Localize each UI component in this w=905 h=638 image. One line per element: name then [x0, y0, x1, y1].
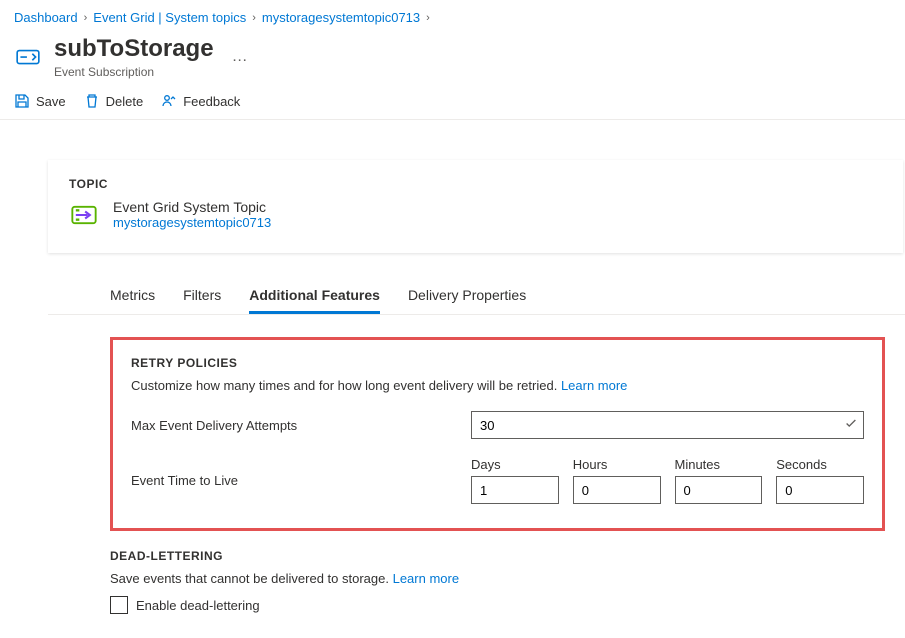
- dead-lettering-description: Save events that cannot be delivered to …: [110, 571, 885, 586]
- retry-policies-title: RETRY POLICIES: [131, 356, 864, 370]
- tab-additional-features[interactable]: Additional Features: [249, 277, 380, 314]
- save-icon: [14, 93, 30, 109]
- dead-lettering-section: DEAD-LETTERING Save events that cannot b…: [110, 549, 885, 614]
- page-subtitle: Event Subscription: [54, 65, 214, 79]
- event-grid-topic-icon: [69, 200, 99, 230]
- max-attempts-input[interactable]: [471, 411, 864, 439]
- tabs: Metrics Filters Additional Features Deli…: [48, 277, 905, 315]
- enable-dead-lettering-checkbox[interactable]: [110, 596, 128, 614]
- chevron-right-icon: ›: [84, 12, 88, 24]
- ttl-days-input[interactable]: [471, 476, 559, 504]
- tab-delivery-properties[interactable]: Delivery Properties: [408, 277, 526, 314]
- ttl-seconds-label: Seconds: [776, 457, 864, 472]
- chevron-right-icon: ›: [252, 12, 256, 24]
- feedback-button[interactable]: Feedback: [161, 93, 240, 109]
- delete-button[interactable]: Delete: [84, 93, 144, 109]
- ttl-hours-input[interactable]: [573, 476, 661, 504]
- dead-lettering-learn-more-link[interactable]: Learn more: [393, 571, 459, 586]
- tab-filters[interactable]: Filters: [183, 277, 221, 314]
- topic-name-link[interactable]: mystoragesystemtopic0713: [113, 215, 271, 230]
- more-actions-button[interactable]: …: [226, 48, 248, 66]
- ttl-days-label: Days: [471, 457, 559, 472]
- max-attempts-label: Max Event Delivery Attempts: [131, 418, 471, 433]
- breadcrumb-item[interactable]: Event Grid | System topics: [93, 10, 246, 25]
- check-icon: [844, 417, 858, 434]
- ttl-minutes-input[interactable]: [675, 476, 763, 504]
- dead-lettering-title: DEAD-LETTERING: [110, 549, 885, 563]
- ttl-hours-label: Hours: [573, 457, 661, 472]
- enable-dead-lettering-label: Enable dead-lettering: [136, 598, 260, 613]
- ttl-seconds-input[interactable]: [776, 476, 864, 504]
- command-bar: Save Delete Feedback: [0, 79, 905, 120]
- feedback-icon: [161, 93, 177, 109]
- trash-icon: [84, 93, 100, 109]
- breadcrumb-item[interactable]: Dashboard: [14, 10, 78, 25]
- retry-policies-description: Customize how many times and for how lon…: [131, 378, 864, 393]
- breadcrumb-item[interactable]: mystoragesystemtopic0713: [262, 10, 420, 25]
- ttl-label: Event Time to Live: [131, 473, 471, 488]
- topic-card: TOPIC Event Grid System Topic mystorages…: [48, 160, 903, 253]
- retry-policies-section: RETRY POLICIES Customize how many times …: [110, 337, 885, 531]
- page-title: subToStorage: [54, 35, 214, 63]
- save-button[interactable]: Save: [14, 93, 66, 109]
- ttl-minutes-label: Minutes: [675, 457, 763, 472]
- page-header: subToStorage Event Subscription …: [0, 31, 905, 79]
- retry-learn-more-link[interactable]: Learn more: [561, 378, 627, 393]
- chevron-right-icon: ›: [426, 12, 430, 24]
- topic-section-label: TOPIC: [69, 177, 882, 191]
- topic-type: Event Grid System Topic: [113, 199, 271, 215]
- subscription-icon: [14, 43, 42, 71]
- breadcrumb: Dashboard › Event Grid | System topics ›…: [0, 0, 905, 31]
- tab-metrics[interactable]: Metrics: [110, 277, 155, 314]
